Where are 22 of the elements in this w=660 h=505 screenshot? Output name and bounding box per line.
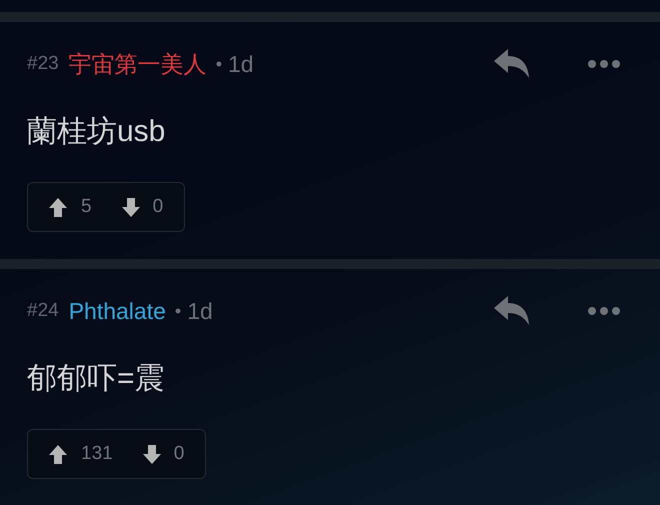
- reply-icon[interactable]: [494, 49, 530, 79]
- reply-icon[interactable]: [494, 296, 530, 326]
- comment-number: #24: [27, 298, 59, 323]
- post-time: 1d: [228, 50, 254, 79]
- downvote-icon[interactable]: [122, 198, 140, 216]
- downvote-count: 0: [174, 442, 184, 466]
- author-name[interactable]: 宇宙第一美人: [68, 46, 207, 82]
- downvote-icon[interactable]: [142, 444, 161, 464]
- upvote-count: 5: [81, 194, 92, 219]
- downvote-count: 0: [152, 194, 164, 219]
- comment-number: #23: [27, 52, 59, 76]
- author-name[interactable]: Phthalate: [68, 294, 166, 328]
- upvote-icon[interactable]: [49, 444, 67, 464]
- separator-dot: •: [174, 300, 182, 322]
- separator-dot: •: [216, 52, 222, 76]
- more-icon[interactable]: [588, 60, 620, 68]
- comment-text: 蘭桂坊usb: [27, 114, 166, 150]
- comment-text: 郁郁吓=震: [27, 361, 166, 397]
- more-icon[interactable]: [588, 307, 620, 315]
- post-time: 1d: [187, 296, 213, 326]
- upvote-count: 131: [81, 442, 113, 466]
- upvote-icon[interactable]: [49, 198, 67, 216]
